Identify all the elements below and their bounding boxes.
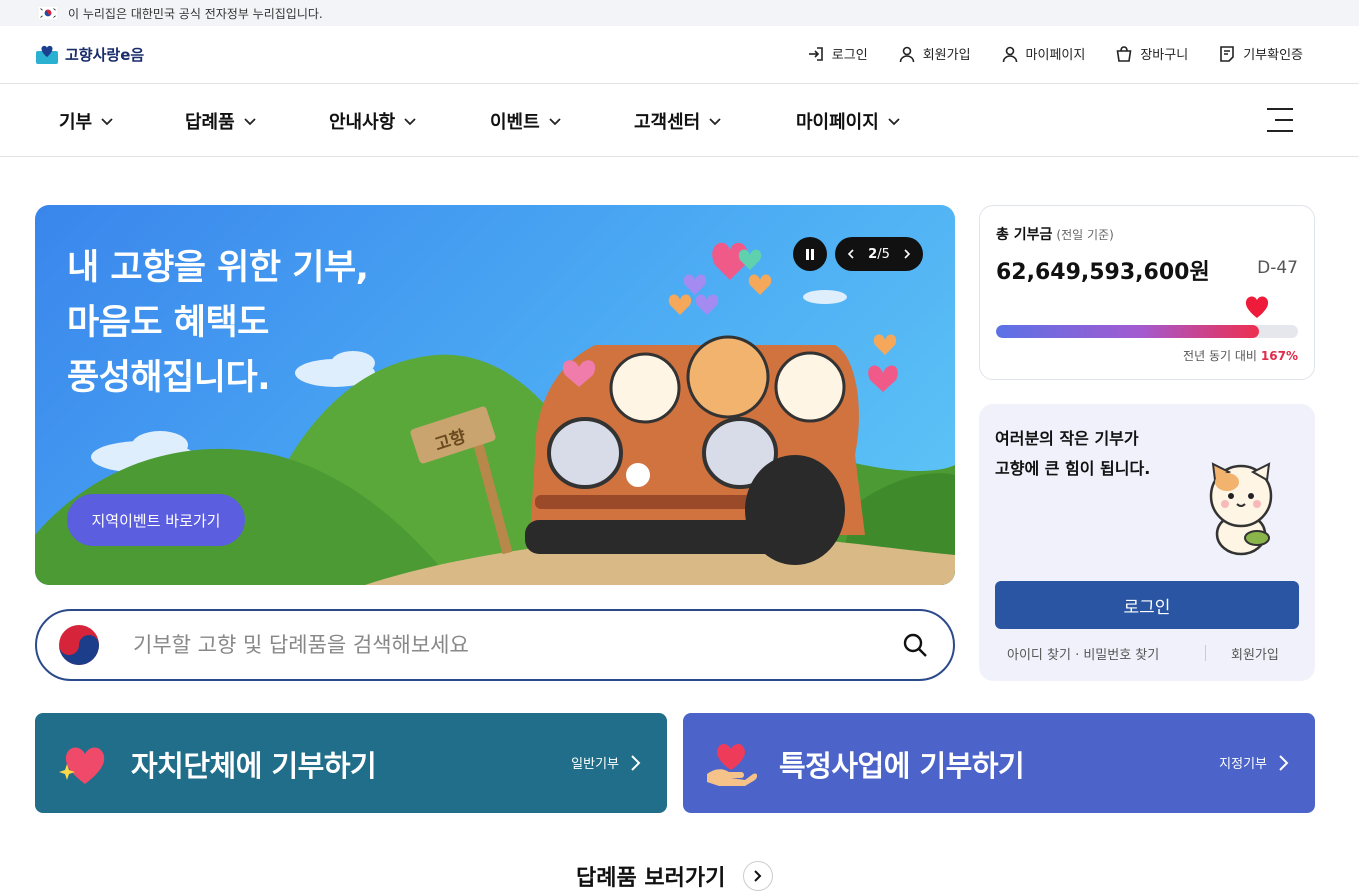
nav-notice-label: 안내사항 <box>329 112 396 133</box>
donate-local-gov-card[interactable]: 자치단체에 기부하기 일반기부 <box>35 713 667 813</box>
nav-donation-label: 기부 <box>59 112 93 133</box>
chevron-down-icon <box>549 118 561 126</box>
signup-link[interactable]: 회원가입 <box>1231 644 1279 663</box>
gov-notice-text: 이 누리집은 대한민국 공식 전자정부 누리집입니다. <box>68 6 323 21</box>
util-certificate-link[interactable]: 기부확인증 <box>1218 44 1303 63</box>
general-donation-label: 일반기부 <box>571 757 619 772</box>
login-message: 여러분의 작은 기부가 고향에 큰 힘이 됩니다. <box>995 429 1151 479</box>
total-donation-amount: 62,649,593,600원 <box>996 260 1210 285</box>
hamburger-menu-icon[interactable] <box>1267 106 1293 134</box>
chevron-down-icon <box>244 118 256 126</box>
main-nav: 기부 답례품 안내사항 이벤트 고객센터 마이페이지 <box>0 84 1359 157</box>
find-account-link[interactable]: 아이디 찾기 · 비밀번호 찾기 <box>1007 644 1159 663</box>
chevron-right-icon <box>631 754 641 771</box>
chevron-right-icon[interactable] <box>903 249 911 259</box>
slide-pager: 2/5 <box>835 237 923 271</box>
nav-mypage[interactable]: 마이페이지 <box>796 108 901 134</box>
korea-flag-icon <box>38 6 58 20</box>
chevron-down-icon <box>101 118 113 126</box>
gov-notice-bar: 이 누리집은 대한민국 공식 전자정부 누리집입니다. <box>0 0 1359 26</box>
util-cart-link[interactable]: 장바구니 <box>1115 44 1188 63</box>
dday-counter: D-47 <box>1257 258 1298 278</box>
header: 고향사랑e음 로그인 회원가입 마이페이지 장바구니 기부확인증 <box>0 26 1359 84</box>
login-button[interactable]: 로그인 <box>995 581 1299 629</box>
donate-local-gov-title: 자치단체에 기부하기 <box>131 749 377 783</box>
pause-icon <box>806 248 814 260</box>
user-plus-icon <box>899 46 914 62</box>
certificate-icon <box>1220 45 1234 62</box>
donation-progress-fill <box>996 325 1259 338</box>
util-signup-link[interactable]: 회원가입 <box>898 44 971 63</box>
util-login-label: 로그인 <box>831 48 868 63</box>
stats-basis: (전일 기준) <box>1056 228 1114 242</box>
nav-event[interactable]: 이벤트 <box>490 108 562 134</box>
view-gifts-link[interactable]: 답례품 보러가기 <box>576 860 774 892</box>
login-icon <box>808 46 823 61</box>
logo-text: 고향사랑e음 <box>65 45 145 64</box>
nav-gifts-label: 답례품 <box>185 112 235 133</box>
search-icon[interactable] <box>901 631 929 659</box>
user-icon <box>1002 46 1017 62</box>
utility-nav: 로그인 회원가입 마이페이지 장바구니 기부확인증 <box>807 44 1303 63</box>
divider <box>1205 645 1206 661</box>
login-panel: 여러분의 작은 기부가 고향에 큰 힘이 됩니다. 로그인 아이디 찾기 · 비… <box>979 404 1315 681</box>
stats-title: 총 기부금 <box>996 227 1053 243</box>
cat-mascot-image <box>1209 462 1273 556</box>
chevron-right-icon <box>1279 754 1289 771</box>
hero-banner[interactable]: 고향 내 고향을 위한 기부, 마음도 혜택도 풍성해집니다. 지역이벤트 바로… <box>35 205 955 585</box>
util-mypage-link[interactable]: 마이페이지 <box>1001 44 1086 63</box>
chevron-left-icon[interactable] <box>847 249 855 259</box>
designated-donation-label: 지정기부 <box>1219 757 1267 772</box>
slide-current: 2 <box>868 246 878 262</box>
logo-mark-icon <box>36 45 58 64</box>
nav-support-label: 고객센터 <box>634 112 701 133</box>
government-emblem-icon <box>59 625 99 665</box>
circle-arrow-icon <box>743 861 774 891</box>
util-mypage-label: 마이페이지 <box>1025 48 1086 63</box>
util-cart-label: 장바구니 <box>1140 48 1189 63</box>
donate-project-title: 특정사업에 기부하기 <box>779 749 1025 783</box>
nav-notice[interactable]: 안내사항 <box>329 108 417 134</box>
util-signup-label: 회원가입 <box>922 48 971 63</box>
nav-gifts[interactable]: 답례품 <box>185 108 257 134</box>
nav-event-label: 이벤트 <box>490 112 540 133</box>
donate-project-card[interactable]: 특정사업에 기부하기 지정기부 <box>683 713 1315 813</box>
cart-icon <box>1116 45 1132 62</box>
nav-donation[interactable]: 기부 <box>59 108 114 134</box>
donation-progress-bar <box>996 325 1298 338</box>
chevron-down-icon <box>709 118 721 126</box>
hand-heart-icon <box>707 743 757 786</box>
designated-donation-link[interactable]: 지정기부 <box>1219 753 1289 772</box>
donation-stats-card: 총 기부금 (전일 기준) 62,649,593,600원 D-47 전년 동기 … <box>979 205 1315 380</box>
heart-icon <box>1245 296 1269 318</box>
yoy-compare-value: 167% <box>1260 349 1298 363</box>
banner-headline: 내 고향을 위한 기부, 마음도 혜택도 풍성해집니다. <box>67 248 369 398</box>
chevron-down-icon <box>404 118 416 126</box>
regional-event-button[interactable]: 지역이벤트 바로가기 <box>67 494 245 546</box>
sparkle-heart-icon <box>59 747 105 784</box>
site-logo[interactable]: 고향사랑e음 <box>35 43 144 65</box>
nav-support[interactable]: 고객센터 <box>634 108 722 134</box>
pause-button[interactable] <box>793 237 827 271</box>
nav-mypage-label: 마이페이지 <box>796 112 879 133</box>
view-gifts-label: 답례품 보러가기 <box>576 866 726 891</box>
slide-total: /5 <box>877 246 890 262</box>
chevron-down-icon <box>888 118 900 126</box>
search-input[interactable] <box>133 633 873 657</box>
stats-title-row: 총 기부금 (전일 기준) <box>996 224 1298 244</box>
yoy-compare: 전년 동기 대비 167% <box>1183 347 1298 364</box>
util-certificate-label: 기부확인증 <box>1243 48 1303 63</box>
general-donation-link[interactable]: 일반기부 <box>571 753 641 772</box>
search-bar <box>35 609 955 681</box>
yoy-compare-label: 전년 동기 대비 <box>1183 349 1257 363</box>
util-login-link[interactable]: 로그인 <box>807 44 868 63</box>
